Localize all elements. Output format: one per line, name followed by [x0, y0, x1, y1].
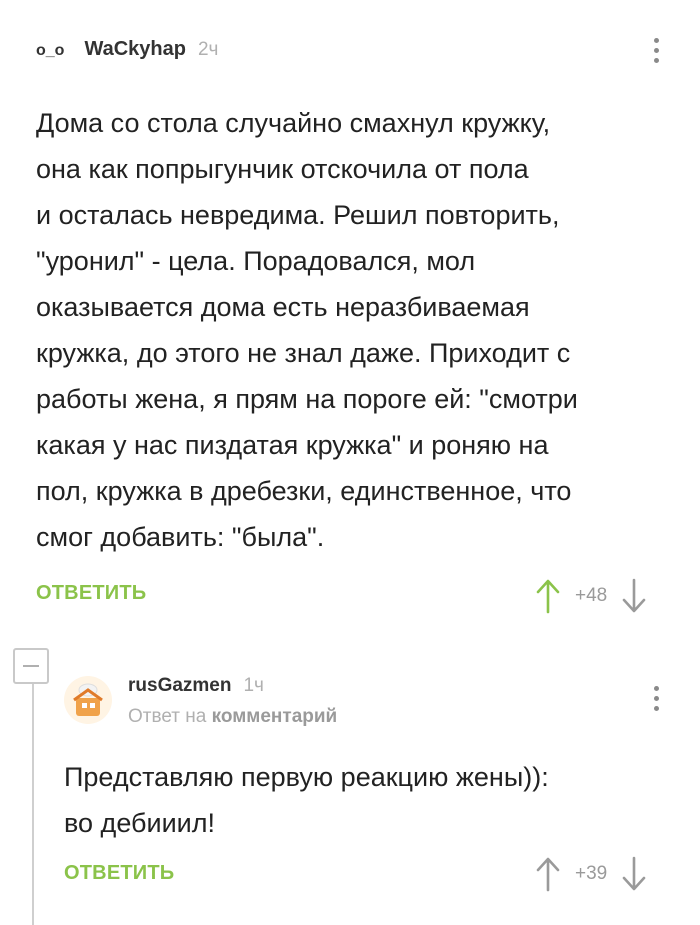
timestamp: 1ч [243, 675, 264, 696]
reply-target-link[interactable]: комментарий [212, 706, 338, 727]
arrow-up-icon[interactable] [535, 578, 561, 614]
username[interactable]: rusGazmen [128, 675, 231, 697]
house-avatar-icon [64, 676, 112, 724]
comment-text: Представляю первую реакцию жены)): во де… [64, 762, 549, 838]
score: +39 [575, 863, 608, 884]
arrow-up-icon[interactable] [535, 856, 561, 892]
reply-button[interactable]: ОТВЕТИТЬ [36, 582, 146, 605]
avatar[interactable] [64, 676, 112, 724]
thread-line [32, 675, 34, 925]
arrow-down-icon[interactable] [621, 578, 647, 614]
vote-controls: +39 [535, 856, 647, 892]
more-options-icon[interactable] [654, 686, 660, 711]
more-options-icon[interactable] [654, 38, 660, 63]
reply-to-label: Ответ на комментарий [128, 706, 337, 728]
comment-header: o_o WaCkyhap 2ч [36, 38, 218, 61]
reply-prefix: Ответ на [128, 706, 207, 727]
comment-text: Дома со стола случайно смахнул кружку, о… [36, 108, 578, 552]
timestamp: 2ч [197, 39, 219, 60]
username[interactable]: WaCkyhap [84, 38, 186, 61]
arrow-down-icon[interactable] [621, 856, 647, 892]
score: +48 [575, 585, 608, 606]
collapse-thread-button[interactable] [13, 648, 49, 684]
reply-button[interactable]: ОТВЕТИТЬ [64, 862, 174, 885]
avatar[interactable]: o_o [36, 42, 64, 60]
comment-header: rusGazmen 1ч [128, 675, 264, 697]
vote-controls: +48 [535, 578, 647, 614]
